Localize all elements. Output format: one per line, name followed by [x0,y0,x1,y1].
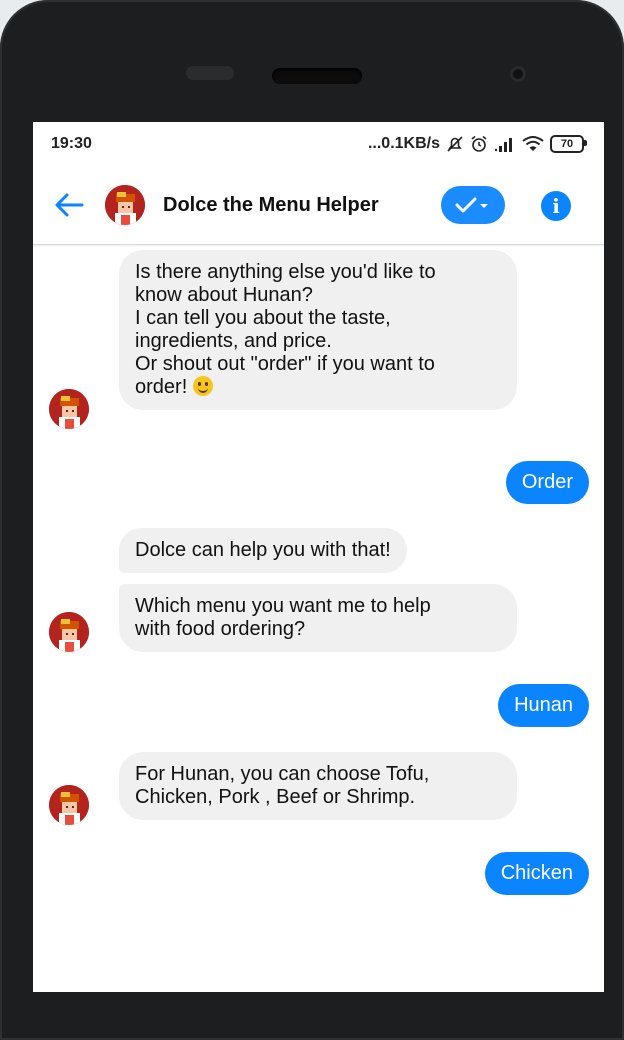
checkmark-dropdown-icon [455,197,488,213]
message-text: Order [521,471,573,493]
message-line: order! [135,376,188,398]
message-line: I can tell you about the taste, [135,307,391,329]
message-line: Is there anything else you'd like to [135,261,436,283]
message-line: ingredients, and price. [135,330,332,352]
user-message: Order [505,461,589,504]
bot-avatar-image [49,389,89,429]
earpiece-speaker [272,68,362,84]
smile-emoji-icon [192,376,213,396]
signal-icon [494,138,512,152]
battery-icon: 70 [550,135,587,153]
bot-message: Is there anything else you'd like to kno… [119,250,517,410]
message-text: Chicken [500,862,573,884]
wifi-icon [522,136,544,151]
bot-message: Which menu you want me to help with food… [119,584,517,652]
status-bar: 19:30 ...0.1KB/s 70 [33,122,604,166]
bot-avatar-image [49,785,89,825]
status-icons: ...0.1KB/s 70 [367,135,587,153]
mute-icon [447,136,463,152]
user-message: Hunan [498,684,589,727]
message-line: Which menu you want me to help [135,595,431,617]
message-text: Dolce can help you with that! [135,539,391,561]
bot-message: Dolce can help you with that! [119,528,407,573]
bot-avatar[interactable] [49,389,89,429]
chat-title: Dolce the Menu Helper [163,193,379,216]
message-line: Chicken, Pork , Beef or Shrimp. [135,786,416,808]
verified-dropdown-button[interactable] [441,186,505,224]
battery-level: 70 [560,138,574,150]
bot-avatar[interactable] [49,612,89,652]
front-camera [510,66,526,82]
message-line: Or shout out "order" if you want to [135,353,435,375]
user-message: Chicken [484,852,589,895]
message-line: know about Hunan? [135,284,313,306]
status-time: 19:30 [51,135,92,152]
network-speed: ...0.1KB/s [367,135,440,152]
phone-frame: 19:30 ...0.1KB/s 70 Dolce the Menu Helpe… [0,0,624,1040]
bot-avatar-image [49,612,89,652]
message-line: For Hunan, you can choose Tofu, [135,763,430,785]
arrow-left-icon [55,193,84,217]
bot-avatar[interactable] [105,185,145,225]
bot-avatar-image [105,185,145,225]
chat-header: Dolce the Menu Helper i [33,166,604,245]
back-button[interactable] [49,185,89,225]
screen: 19:30 ...0.1KB/s 70 Dolce the Menu Helpe… [33,122,604,992]
alarm-icon [471,135,487,152]
bot-avatar[interactable] [49,785,89,825]
message-text: Hunan [514,694,573,716]
info-icon: i [552,194,560,218]
bot-message: For Hunan, you can choose Tofu, Chicken,… [119,752,517,820]
info-button[interactable]: i [541,191,571,221]
proximity-sensor [186,66,234,80]
message-line: with food ordering? [135,618,306,640]
